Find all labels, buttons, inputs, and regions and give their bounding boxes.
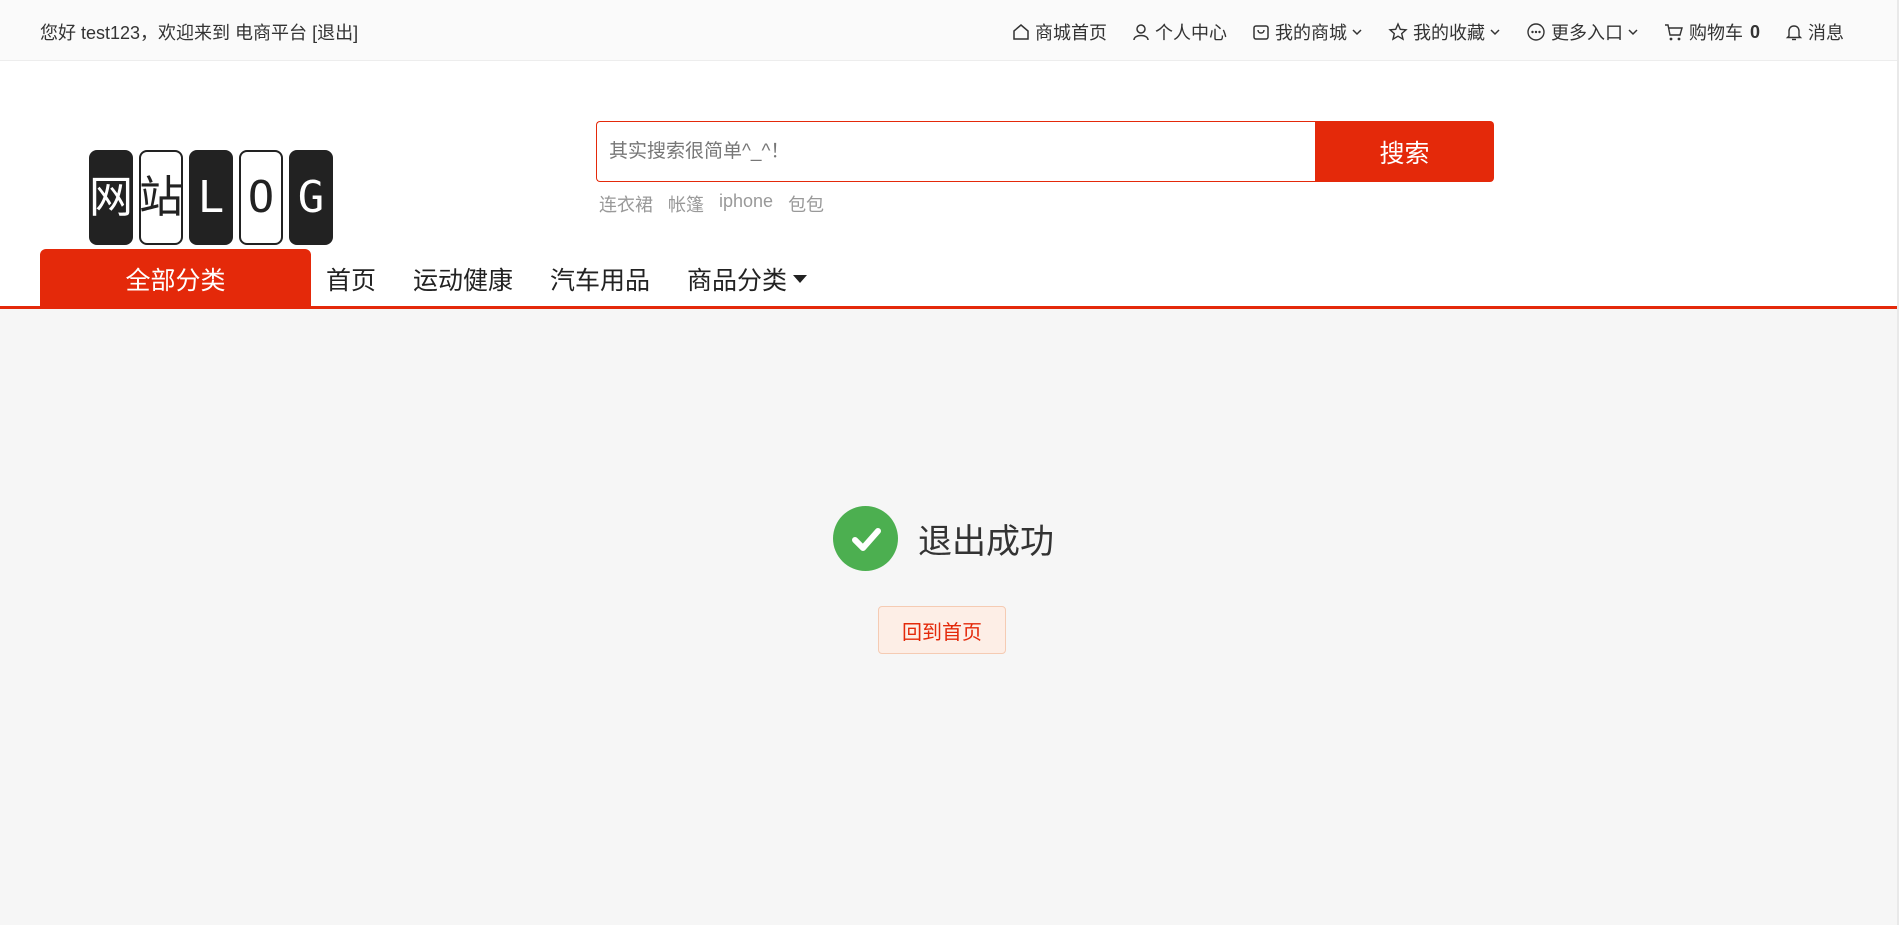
nav-link-product-categories-label: 商品分类	[687, 267, 788, 295]
top-nav: 商城首页 个人中心 我的商城 我的收藏 更多入口 购物车 0 消息	[987, 19, 1844, 45]
logo-tile: 站	[139, 150, 183, 245]
more-icon	[1527, 23, 1545, 41]
nav-link-sports-health[interactable]: 运动健康	[413, 261, 513, 297]
chevron-down-icon	[1490, 29, 1500, 36]
hotword-link[interactable]: 连衣裙	[599, 191, 653, 217]
logout-result: 退出成功	[833, 506, 1054, 571]
search-button[interactable]: 搜索	[1315, 121, 1494, 182]
top-nav-cart[interactable]: 购物车 0	[1664, 19, 1760, 45]
chevron-down-icon	[1628, 29, 1638, 36]
top-nav-favorites-label: 我的收藏	[1412, 23, 1485, 43]
top-nav-profile[interactable]: 个人中心	[1132, 19, 1227, 45]
top-nav-more[interactable]: 更多入口	[1526, 19, 1639, 45]
top-nav-favorites[interactable]: 我的收藏	[1388, 19, 1501, 45]
logo-tile: O	[239, 150, 283, 245]
top-nav-cart-label: 购物车	[1688, 23, 1743, 43]
top-nav-more-label: 更多入口	[1550, 23, 1623, 43]
greeting-text: 您好 test123，欢迎来到 电商平台	[40, 23, 308, 43]
main-nav-links: 首页 运动健康 汽车用品 商品分类	[326, 261, 844, 297]
nav-link-product-categories[interactable]: 商品分类	[687, 261, 808, 297]
result-message: 退出成功	[918, 523, 1054, 561]
top-bar: 您好 test123，欢迎来到 电商平台 [退出] 商城首页 个人中心 我的商城…	[0, 0, 1899, 61]
nav-link-home[interactable]: 首页	[326, 261, 376, 297]
greeting: 您好 test123，欢迎来到 电商平台 [退出]	[40, 19, 358, 45]
site-header: 网 站 L O G 搜索 连衣裙 帐篷 iphone 包包 全部分类 首页 运动…	[0, 61, 1899, 309]
hotword-link[interactable]: 包包	[788, 191, 824, 217]
star-icon	[1388, 22, 1408, 41]
logo-tile: G	[289, 150, 333, 245]
logo-tile: 网	[89, 150, 133, 245]
home-icon	[1013, 24, 1029, 40]
top-nav-my-store[interactable]: 我的商城	[1252, 19, 1363, 45]
chevron-down-icon	[1352, 29, 1362, 36]
top-nav-home[interactable]: 商城首页	[1012, 19, 1107, 45]
success-check-icon	[833, 506, 898, 571]
search-bar: 搜索	[596, 121, 1494, 182]
bag-icon	[1253, 25, 1269, 40]
top-nav-messages[interactable]: 消息	[1785, 19, 1844, 45]
logout-link[interactable]: [退出]	[312, 23, 358, 43]
top-nav-home-label: 商城首页	[1034, 23, 1107, 43]
site-logo[interactable]: 网 站 L O G	[89, 150, 339, 245]
caret-down-icon	[793, 275, 808, 283]
user-icon	[1133, 24, 1149, 41]
cart-count: 0	[1749, 21, 1760, 42]
top-nav-messages-label: 消息	[1808, 23, 1844, 43]
search-input[interactable]	[596, 121, 1315, 182]
top-nav-profile-label: 个人中心	[1154, 23, 1227, 43]
bell-icon	[1785, 25, 1803, 41]
hotword-link[interactable]: iphone	[719, 191, 773, 217]
all-categories-button[interactable]: 全部分类	[40, 249, 311, 309]
back-home-button[interactable]: 回到首页	[878, 606, 1006, 654]
nav-link-auto-supplies[interactable]: 汽车用品	[550, 261, 650, 297]
cart-icon	[1664, 24, 1683, 41]
hot-search-words: 连衣裙 帐篷 iphone 包包	[599, 191, 839, 217]
hotword-link[interactable]: 帐篷	[668, 191, 704, 217]
main-nav: 全部分类 首页 运动健康 汽车用品 商品分类	[40, 249, 844, 309]
top-nav-my-store-label: 我的商城	[1274, 23, 1347, 43]
logo-tile: L	[189, 150, 233, 245]
